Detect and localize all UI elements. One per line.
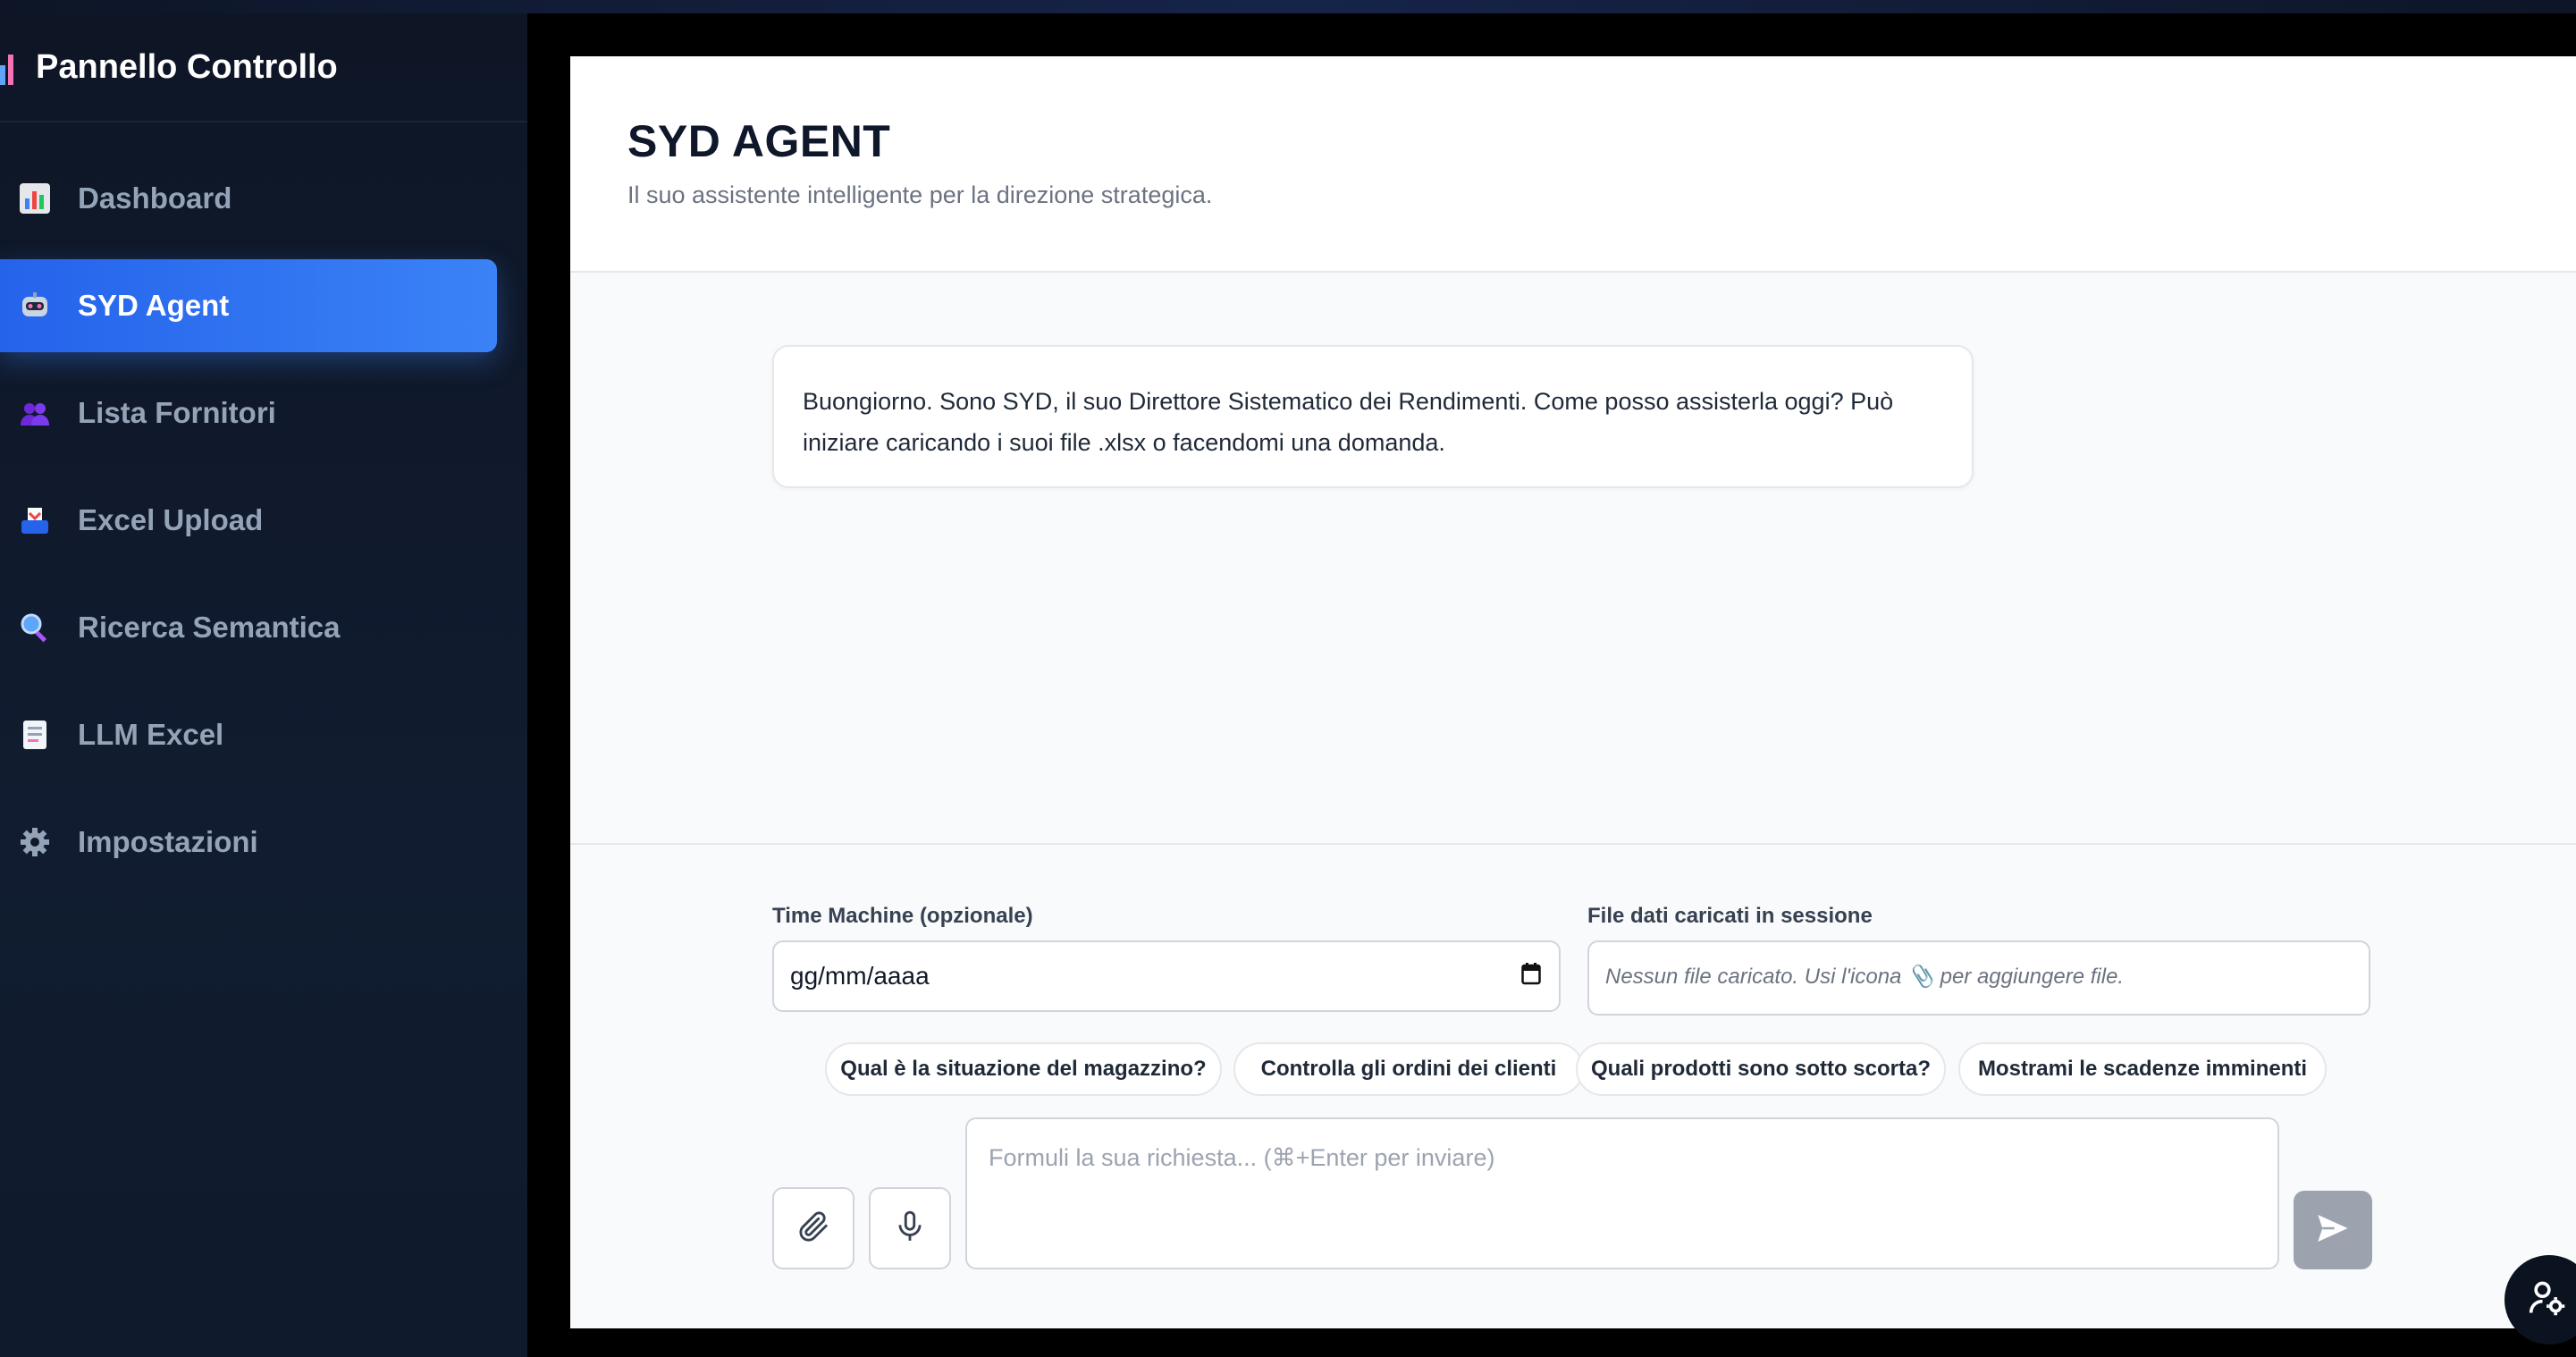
date-input[interactable]: gg/mm/aaaa	[772, 940, 1561, 1012]
user-settings-icon	[2528, 1278, 2567, 1322]
message-input-placeholder: Formuli la sua richiesta... (⌘+Enter per…	[989, 1144, 1495, 1171]
sidebar-item-label: SYD Agent	[78, 289, 230, 322]
sidebar-item-syd-agent[interactable]: SYD Agent	[0, 259, 497, 352]
page-title: SYD AGENT	[627, 116, 891, 166]
suggestion-chip[interactable]: Quali prodotti sono sotto scorta?	[1576, 1042, 1946, 1096]
suggestion-chip[interactable]: Controlla gli ordini dei clienti	[1233, 1042, 1584, 1096]
magnifier-icon	[18, 611, 52, 645]
files-status-text: Nessun file caricato. Usi l'icona 📎 per …	[1605, 965, 2125, 989]
bar-chart-icon	[0, 49, 21, 85]
robot-icon	[18, 289, 52, 323]
top-bar	[0, 0, 2576, 13]
sidebar-item-label: Dashboard	[78, 181, 232, 215]
microphone-icon	[893, 1210, 927, 1248]
send-button[interactable]	[2294, 1191, 2372, 1269]
sidebar-item-label: Ricerca Semantica	[78, 611, 341, 644]
users-icon	[18, 396, 52, 430]
document-icon	[18, 718, 52, 752]
inbox-tray-icon	[18, 503, 52, 537]
attach-button[interactable]	[772, 1187, 854, 1269]
time-machine-label: Time Machine (opzionale)	[772, 904, 1033, 928]
page-header: SYD AGENT Il suo assistente intelligente…	[570, 56, 2576, 273]
calendar-icon[interactable]	[1521, 962, 1541, 985]
microphone-button[interactable]	[869, 1187, 951, 1269]
date-value: gg/mm/aaaa	[790, 962, 930, 990]
suggestion-chip[interactable]: Mostrami le scadenze imminenti	[1958, 1042, 2327, 1096]
sidebar-item-lista-fornitori[interactable]: Lista Fornitori	[0, 367, 497, 459]
bar-chart-icon	[18, 181, 52, 215]
sidebar-item-llm-excel[interactable]: LLM Excel	[0, 688, 497, 781]
suggestion-chip[interactable]: Qual è la situazione del magazzino?	[825, 1042, 1222, 1096]
sidebar-item-dashboard[interactable]: Dashboard	[0, 152, 497, 245]
send-icon	[2315, 1210, 2351, 1251]
assistant-message: Buongiorno. Sono SYD, il suo Direttore S…	[772, 345, 1974, 488]
sidebar-item-ricerca-semantica[interactable]: Ricerca Semantica	[0, 581, 497, 674]
sidebar-brand: Pannello Controllo	[0, 13, 527, 122]
sidebar-item-label: Impostazioni	[78, 825, 258, 858]
sidebar-item-label: LLM Excel	[78, 718, 224, 751]
composer-area: Time Machine (opzionale) gg/mm/aaaa File…	[570, 843, 2576, 1328]
sidebar-item-impostazioni[interactable]: Impostazioni	[0, 796, 497, 889]
main-panel: SYD AGENT Il suo assistente intelligente…	[570, 56, 2576, 1328]
files-label: File dati caricati in sessione	[1587, 904, 1873, 928]
files-status: Nessun file caricato. Usi l'icona 📎 per …	[1587, 940, 2370, 1016]
message-text: Buongiorno. Sono SYD, il suo Direttore S…	[803, 388, 1894, 456]
page-subtitle: Il suo assistente intelligente per la di…	[627, 181, 1213, 208]
paperclip-icon	[796, 1210, 830, 1248]
gear-icon	[18, 825, 52, 859]
sidebar-item-label: Excel Upload	[78, 503, 264, 536]
sidebar-title: Pannello Controllo	[36, 47, 338, 86]
sidebar-item-label: Lista Fornitori	[78, 396, 276, 429]
sidebar-item-excel-upload[interactable]: Excel Upload	[0, 474, 497, 567]
message-input[interactable]: Formuli la sua richiesta... (⌘+Enter per…	[965, 1117, 2279, 1269]
